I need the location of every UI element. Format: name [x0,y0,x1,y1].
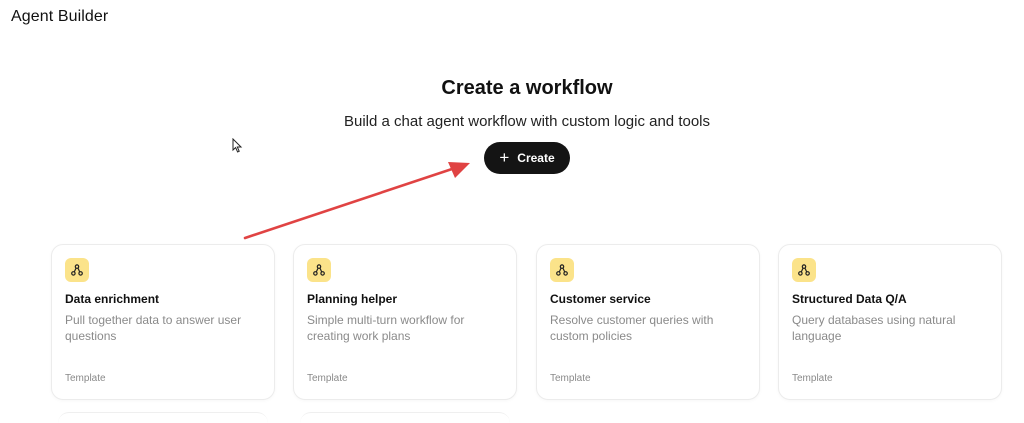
template-tag: Template [550,373,591,384]
template-title: Data enrichment [65,292,160,306]
page-subtitle: Build a chat agent workflow with custom … [343,113,711,130]
create-button-label: Create [517,151,555,165]
workflow-icon [792,258,816,282]
template-card-data-enrichment[interactable]: Data enrichment Pull together data to an… [51,244,275,400]
workflow-icon [307,258,331,282]
template-description: Resolve customer queries with custom pol… [550,313,714,343]
plus-icon: + [499,147,510,167]
template-title: Structured Data Q/A [792,292,907,306]
workflow-icon [550,258,574,282]
template-description: Pull together data to answer user questi… [65,313,242,343]
template-card-planning-helper[interactable]: Planning helper Simple multi-turn workfl… [293,244,517,400]
template-tag: Template [65,373,106,384]
template-title: Planning helper [307,292,398,306]
mouse-cursor-icon [232,138,243,153]
template-description: Simple multi-turn workflow for creating … [307,313,465,343]
page-title: Create a workflow [441,77,613,99]
template-tag: Template [307,373,348,384]
template-title: Customer service [550,292,651,306]
template-card-structured-data-qa[interactable]: Structured Data Q/A Query databases usin… [778,244,1002,400]
template-tag: Template [792,373,833,384]
workflow-icon [65,258,89,282]
template-description: Query databases using natural language [792,313,956,343]
template-card-customer-service[interactable]: Customer service Resolve customer querie… [536,244,760,400]
app-title: Agent Builder [11,8,109,25]
create-button[interactable]: + Create [484,142,570,174]
